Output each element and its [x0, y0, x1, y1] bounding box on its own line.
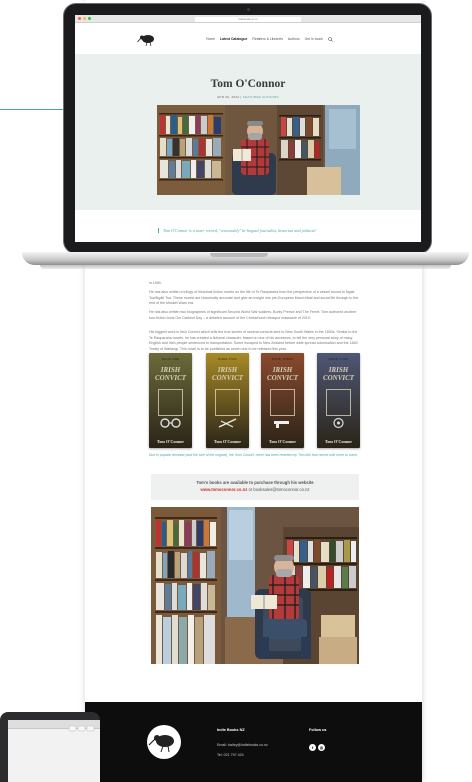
article-paragraph: His biggest work is Irish Convict which …: [149, 330, 358, 351]
author-with-books-illustration: [157, 105, 360, 195]
nav-item-home[interactable]: Home: [206, 37, 215, 42]
website-link[interactable]: www.tomoconnor.co.nz: [200, 487, 247, 492]
article-paragraph: in 1980.: [149, 281, 162, 285]
book-number: BOOK THREE: [271, 357, 294, 361]
kiwi-logo-icon[interactable]: [137, 32, 157, 47]
book-illustration: [326, 389, 351, 416]
camera-icon: [247, 8, 250, 11]
maximize-window-icon[interactable]: [88, 17, 91, 20]
second-device-toolbar: [8, 720, 100, 732]
book-title-1: IRISH: [272, 366, 293, 374]
instagram-icon[interactable]: ◎: [318, 744, 325, 751]
nav-item-authors[interactable]: Authors: [288, 37, 300, 42]
book-title-2: CONVICT: [322, 374, 355, 382]
book-caption: Due to popular demand (and the size of t…: [149, 453, 359, 457]
main-nav: Home Latest Catalogue Retailers & Librar…: [206, 37, 333, 42]
buy-notice-text: Tom's books are available to purchase th…: [196, 480, 314, 485]
book-cover-3[interactable]: BOOK THREE IRISH CONVICT Tom O'Connor: [261, 353, 304, 448]
article-hero: Tom O'Connor APR 20, 2022 | FEATURED AUT…: [75, 55, 421, 210]
hero-author-photo: [157, 105, 360, 195]
footer-tel[interactable]: Tel: 021 797 424: [217, 753, 244, 757]
facebook-icon[interactable]: f: [309, 744, 316, 751]
book-covers: BOOK ONE IRISH CONVICT Tom O'Connor BOOK …: [149, 353, 363, 448]
book-title-1: IRISH: [328, 366, 349, 374]
book-cover-4[interactable]: BOOK FOUR IRISH CONVICT Tom O'Connor: [317, 353, 360, 448]
minimize-window-icon[interactable]: [83, 17, 86, 20]
book-illustration: [158, 389, 183, 416]
laptop-screen: indiebooks.co.nz Home Latest Catalogue R…: [75, 15, 421, 242]
nav-item-latest-catalogue[interactable]: Latest Catalogue: [220, 37, 247, 42]
buy-notice: Tom's books are available to purchase th…: [151, 474, 359, 500]
book-cover-1[interactable]: BOOK ONE IRISH CONVICT Tom O'Connor: [149, 353, 192, 448]
site-footer: Indie Books NZ Email: bailey@indiebooks.…: [85, 702, 422, 782]
laptop-shadow: [40, 265, 451, 269]
book-number: BOOK FOUR: [328, 357, 349, 361]
site-header: Home Latest Catalogue Retailers & Librar…: [75, 23, 421, 55]
browser-toolbar: indiebooks.co.nz: [75, 15, 421, 23]
nav-item-retailers[interactable]: Retailers & Libraries: [252, 37, 283, 42]
book-title-1: IRISH: [217, 366, 238, 374]
book-number: BOOK TWO: [218, 357, 237, 361]
book-author: Tom O'Connor: [268, 439, 297, 444]
second-device: [0, 712, 100, 782]
article-paragraph: He has also written a trilogy of histori…: [149, 290, 359, 306]
article-meta: APR 20, 2022 | FEATURED AUTHORS: [75, 95, 421, 99]
gun-icon: [274, 421, 289, 428]
book-cover-2[interactable]: BOOK TWO IRISH CONVICT Tom O'Connor: [206, 353, 249, 448]
page-title: Tom O'Connor: [210, 78, 286, 90]
second-device-screen: [8, 720, 100, 782]
footer-follow: Follow us: [309, 728, 327, 732]
book-title-2: CONVICT: [266, 374, 299, 382]
shackle-icon: [160, 418, 181, 428]
book-author: Tom O'Connor: [156, 439, 185, 444]
article-date: APR 20, 2022: [217, 95, 240, 99]
footer-company: Indie Books NZ: [217, 728, 245, 732]
book-number: BOOK ONE: [161, 357, 180, 361]
book-illustration: [270, 389, 295, 416]
chain-icon: [333, 417, 344, 429]
kiwi-logo-icon: [148, 735, 174, 753]
laptop-lid: indiebooks.co.nz Home Latest Catalogue R…: [63, 3, 432, 254]
author-reading-illustration: [151, 507, 359, 664]
address-bar[interactable]: indiebooks.co.nz: [195, 16, 301, 22]
book-title-2: CONVICT: [154, 374, 187, 382]
book-title-1: IRISH: [160, 366, 181, 374]
nav-item-contact[interactable]: Get In touch: [305, 37, 323, 42]
book-author: Tom O'Connor: [324, 439, 353, 444]
search-icon[interactable]: [328, 37, 333, 42]
close-window-icon[interactable]: [78, 17, 81, 20]
book-illustration: [215, 389, 240, 416]
article-paragraph: He has also written two biographies of s…: [149, 310, 357, 320]
laptop-notch: [210, 253, 268, 257]
author-photo: [151, 507, 359, 664]
email-link[interactable]: booksales@tomoconnor.co.nz: [253, 487, 309, 492]
quill-icon: [218, 418, 237, 428]
article-pullquote: Tom O'Connor is a semi- retired, "reason…: [158, 228, 358, 233]
article-category[interactable]: FEATURED AUTHORS: [243, 95, 279, 99]
toolbar-controls-icon: [68, 725, 95, 732]
book-title-2: CONVICT: [211, 374, 244, 382]
book-author: Tom O'Connor: [213, 439, 242, 444]
footer-email[interactable]: Email: bailey@indiebooks.co.nz: [217, 743, 268, 747]
footer-logo[interactable]: [147, 725, 181, 759]
